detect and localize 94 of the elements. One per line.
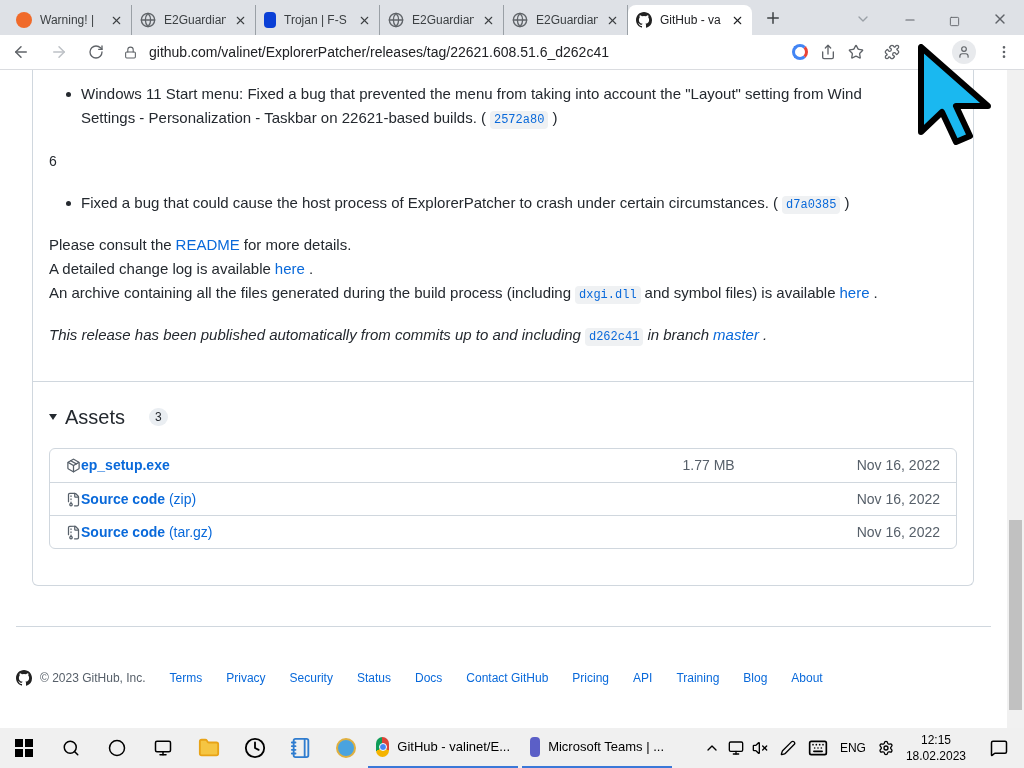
asset-date: Nov 16, 2022: [856, 522, 940, 542]
keyboard-icon[interactable]: [807, 738, 828, 758]
body-text: in branch: [647, 326, 710, 343]
google-icon[interactable]: [792, 44, 808, 60]
commit-code: d7a0385: [782, 196, 841, 214]
asset-link[interactable]: Source code (tar.gz): [81, 521, 213, 543]
extensions-icon[interactable]: [884, 44, 900, 60]
copyright-text: © 2023 GitHub, Inc.: [40, 670, 146, 687]
taskbar-app[interactable]: GitHub - valinet/E...: [368, 728, 518, 768]
asset-link[interactable]: Source code (zip): [81, 488, 197, 510]
network-icon[interactable]: [727, 740, 744, 756]
footer-link[interactable]: About: [791, 669, 823, 687]
package-icon: [66, 458, 81, 473]
text-link[interactable]: master: [713, 326, 759, 343]
footer-link[interactable]: Docs: [414, 669, 443, 687]
body-text: .: [308, 260, 314, 277]
avatar-icon[interactable]: [952, 40, 976, 64]
github-icon: [16, 670, 32, 686]
tab-title: Trojan | F-S: [284, 12, 348, 29]
commit-code: dxgi.dll: [575, 286, 641, 304]
pen-icon[interactable]: [779, 740, 796, 756]
footer-link[interactable]: Training: [676, 669, 720, 687]
globe-icon: [140, 12, 156, 28]
back-icon[interactable]: [12, 43, 30, 61]
logo-icon: [264, 12, 276, 28]
search-icon[interactable]: [62, 739, 80, 757]
asset-link[interactable]: ep_setup.exe: [81, 455, 170, 476]
file-zip-icon: [66, 491, 81, 507]
body-text: Windows 11 Start menu: Fixed a bug that prevented the menu from taking into account the "Layout" setting from Wind: [81, 85, 862, 102]
taskbar-app[interactable]: Microsoft Teams | ...: [522, 728, 672, 768]
new-tab-icon[interactable]: [764, 9, 782, 27]
star-icon[interactable]: [848, 44, 864, 60]
browser-tab[interactable]: Warning! |: [8, 5, 132, 35]
browser-tab[interactable]: Trojan | F-S: [256, 5, 380, 35]
notepad-icon[interactable]: [290, 737, 312, 759]
maximize-icon[interactable]: [949, 16, 960, 27]
clock[interactable]: 12:15 18.02.2023: [905, 732, 966, 764]
chrome-icon: [376, 737, 390, 757]
notifications-icon[interactable]: [990, 739, 1008, 757]
footer-link[interactable]: Privacy: [226, 669, 266, 687]
globe-icon: [388, 12, 404, 28]
footer-link[interactable]: Contact GitHub: [466, 669, 549, 687]
body-text: and symbol files) is available: [644, 284, 836, 301]
body-text: An archive containing all the files generated during the build process (including: [49, 284, 571, 301]
share-icon[interactable]: [820, 44, 836, 60]
text-link[interactable]: here: [274, 260, 305, 277]
body-text: .: [873, 284, 878, 301]
bullet-icon: [66, 201, 71, 206]
lock-icon: [124, 45, 137, 59]
footer-link[interactable]: Terms: [169, 669, 203, 687]
tab-title: GitHub - va: [660, 12, 722, 29]
github-icon: [636, 12, 652, 28]
count-badge: 3: [149, 408, 168, 426]
file-zip-icon: [66, 524, 81, 540]
text-link[interactable]: README: [175, 236, 240, 253]
teams-icon: [530, 737, 541, 757]
footer-link[interactable]: Blog: [743, 669, 768, 687]
bullet-icon: [66, 92, 71, 97]
footer-link[interactable]: API: [633, 669, 653, 687]
globe-icon: [512, 12, 528, 28]
footer-link[interactable]: Status: [356, 669, 391, 687]
footer-link[interactable]: Pricing: [572, 669, 610, 687]
commit-code: d262c41: [584, 328, 644, 346]
body-text: for more details.: [243, 236, 352, 253]
body-text: Fixed a bug that could cause the host process of ExplorerPatcher to crash under certain circumstances. (: [81, 194, 779, 211]
clock-icon[interactable]: [244, 737, 266, 759]
asset-size: 1.77 MB: [682, 456, 735, 475]
assets-heading[interactable]: Assets: [65, 402, 126, 432]
section-heading: 6: [49, 152, 58, 171]
url-text: github.com/valinet/ExplorerPatcher/releases/tag/22621.608.51.6_d262c41: [149, 42, 609, 62]
text-link[interactable]: here: [839, 284, 870, 301]
tab-title: Warning! |: [40, 12, 96, 29]
footer-link[interactable]: Security: [289, 669, 333, 687]
reload-icon[interactable]: [88, 44, 104, 60]
browser-tab[interactable]: GitHub - va: [628, 5, 752, 35]
task-view-icon[interactable]: [154, 739, 172, 757]
disclosure-icon[interactable]: [49, 413, 57, 421]
asset-date: Nov 16, 2022: [856, 489, 940, 509]
warning-icon: [16, 12, 32, 28]
asset-date: Nov 16, 2022: [856, 456, 940, 475]
body-text: ): [844, 194, 850, 211]
body-text: Please consult the: [49, 236, 172, 253]
commit-code: 2572a80: [489, 111, 549, 129]
body-text: ): [552, 109, 558, 126]
body-text: .: [762, 326, 768, 343]
cursor-icon: [918, 44, 994, 146]
mute-icon[interactable]: [751, 740, 768, 756]
language-indicator[interactable]: ENG: [839, 739, 866, 757]
body-text: This release has been published automatically from commits up to and including: [49, 326, 581, 343]
settings-icon[interactable]: [877, 740, 894, 756]
address-bar[interactable]: github.com/valinet/ExplorerPatcher/releases/tag/22621.608.51.6_d262c41: [116, 38, 864, 66]
body-text: A detailed change log is available: [49, 260, 271, 277]
body-text: Settings - Personalization - Taskbar on 22621-based builds. (: [81, 109, 486, 126]
scrollbar[interactable]: [1007, 70, 1024, 728]
